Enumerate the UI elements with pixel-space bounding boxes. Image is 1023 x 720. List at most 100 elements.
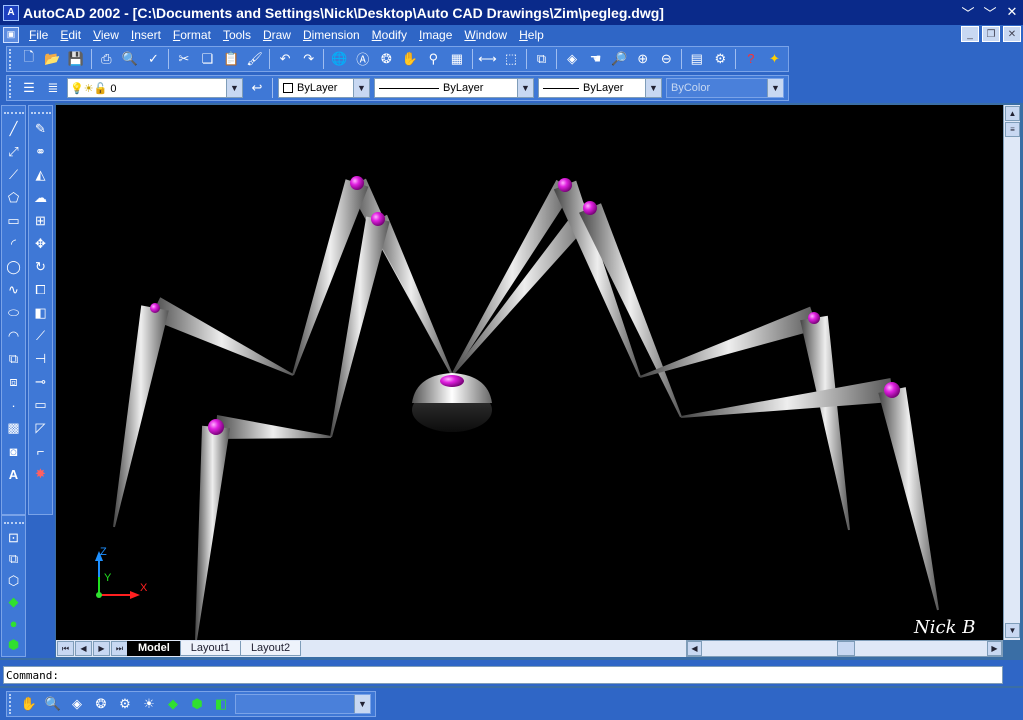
toolbar-grip[interactable] (9, 48, 14, 69)
polygon-icon[interactable]: ⬠ (3, 187, 25, 209)
text-icon[interactable]: A (3, 463, 25, 485)
model-viewport[interactable]: Z Y X Nick B (56, 105, 1003, 640)
chevron-down-icon[interactable]: ▼ (353, 79, 369, 97)
menu-draw[interactable]: Draw (257, 28, 297, 42)
zoom-previous-icon[interactable]: ⊖ (656, 48, 678, 70)
scroll-up-icon[interactable]: ▲ (1005, 106, 1020, 121)
menu-view[interactable]: View (87, 28, 125, 42)
menu-image[interactable]: Image (413, 28, 458, 42)
chevron-down-icon[interactable]: ▼ (226, 79, 242, 97)
doc-close-icon[interactable]: ✕ (1003, 26, 1021, 42)
rectangle-icon[interactable]: ▭ (3, 210, 25, 232)
hyperlink-icon[interactable]: 🌐 (328, 48, 350, 70)
realtime-zoom-icon[interactable]: 🔎 (608, 48, 630, 70)
measure-icon[interactable]: ▦ (446, 48, 468, 70)
menu-modify[interactable]: Modify (366, 28, 413, 42)
landscape-icon[interactable]: ◧ (210, 693, 232, 715)
stretch-icon[interactable]: ◧ (30, 302, 52, 324)
explode-star-icon[interactable]: ✸ (30, 463, 52, 485)
hatch-icon[interactable]: ▩ (3, 417, 25, 439)
vertical-scrollbar[interactable]: ▲ ≡ ▼ (1003, 105, 1020, 640)
tab-layout2[interactable]: Layout2 (239, 641, 302, 656)
tile-icon[interactable]: ⧉ (531, 48, 553, 70)
lineweight-combo[interactable]: ByLayer ▼ (538, 78, 662, 98)
scene-icon[interactable]: ◆ (162, 693, 184, 715)
help-icon[interactable]: ? (740, 48, 762, 70)
chevron-down-icon[interactable]: ▼ (767, 79, 783, 97)
copy-object-icon[interactable]: ⚭ (30, 141, 52, 163)
orbit-icon[interactable]: ❂ (376, 48, 398, 70)
cut-icon[interactable]: ✂ (173, 48, 195, 70)
open-icon[interactable]: 📂 (41, 48, 63, 70)
chevron-down-icon[interactable]: ▼ (645, 79, 661, 97)
make-layer-current-icon[interactable]: ≣ (42, 77, 64, 99)
menu-window[interactable]: Window (458, 28, 513, 42)
maximize-icon[interactable]: ﹀ (981, 3, 999, 21)
3d-solid-icon[interactable]: ◆ (3, 592, 25, 612)
line-icon[interactable]: ╱ (3, 118, 25, 140)
autocad-app-icon[interactable]: A (3, 4, 19, 21)
menu-format[interactable]: Format (167, 28, 217, 42)
properties-icon[interactable]: ▤ (686, 48, 708, 70)
offset-icon[interactable]: ☁ (30, 187, 52, 209)
layer-combo[interactable]: 💡☀🔓 0 ▼ (67, 78, 243, 98)
polyline-icon[interactable]: ⟋ (3, 164, 25, 186)
material-icon[interactable]: ⬢ (186, 693, 208, 715)
scale-icon[interactable]: ⧠ (30, 279, 52, 301)
insert-block-icon[interactable]: ⧉ (3, 348, 25, 370)
redo-icon[interactable]: ↷ (298, 48, 320, 70)
chevron-down-icon[interactable]: ▼ (517, 79, 533, 97)
prev-tab-icon[interactable]: ◀ (75, 641, 92, 656)
toolbar-grip[interactable] (9, 694, 14, 714)
last-tab-icon[interactable]: ⏭ (111, 641, 128, 656)
scroll-thumb[interactable] (837, 641, 855, 656)
spline-icon[interactable]: ∿ (3, 279, 25, 301)
toolbar-grip[interactable] (9, 78, 14, 98)
pan-icon[interactable]: ✋ (399, 48, 421, 70)
scroll-left-icon[interactable]: ◀ (687, 641, 702, 656)
extend-icon[interactable]: ⊣ (30, 348, 52, 370)
explode-icon[interactable]: ⌐ (30, 440, 52, 462)
zoom-window-icon[interactable]: ⊕ (632, 48, 654, 70)
design-center-icon[interactable]: ⚙ (710, 48, 732, 70)
ellipse-arc-icon[interactable]: ◠ (3, 325, 25, 347)
paste-icon[interactable]: 📋 (220, 48, 242, 70)
spelling-icon[interactable]: ✓ (143, 48, 165, 70)
close-icon[interactable]: ✕ (1003, 3, 1021, 21)
today-icon[interactable]: ✦ (764, 48, 786, 70)
menu-edit[interactable]: Edit (54, 28, 87, 42)
doc-restore-icon[interactable]: ❐ (982, 26, 1000, 42)
break-icon[interactable]: ⊸ (30, 371, 52, 393)
match-properties-icon[interactable]: 🖌 (244, 48, 266, 70)
arc-icon[interactable]: ◜ (3, 233, 25, 255)
region-icon[interactable]: ◙ (3, 440, 25, 462)
array-icon[interactable]: ⊞ (30, 210, 52, 232)
next-tab-icon[interactable]: ▶ (93, 641, 110, 656)
color-combo[interactable]: ByLayer ▼ (278, 78, 370, 98)
plotstyle-combo[interactable]: ByColor ▼ (666, 78, 784, 98)
3d-orbit-icon[interactable]: ◈ (66, 693, 88, 715)
fillet-icon[interactable]: ◸ (30, 417, 52, 439)
point-icon[interactable]: · (3, 394, 25, 416)
scroll-down-icon[interactable]: ▼ (1005, 623, 1020, 638)
3d-orbit-icon[interactable]: ◈ (561, 48, 583, 70)
realtime-pan-icon[interactable]: ☚ (585, 48, 607, 70)
named-views-icon[interactable]: ⊡ (3, 528, 25, 548)
render-icon[interactable]: ⚙ (114, 693, 136, 715)
menu-dimension[interactable]: Dimension (297, 28, 366, 42)
construction-line-icon[interactable]: ⤢ (3, 141, 25, 163)
copy-icon[interactable]: ❏ (197, 48, 219, 70)
zoom-icon[interactable]: 🔍 (42, 693, 64, 715)
view-combo[interactable]: ▼ (235, 694, 371, 714)
linetype-combo[interactable]: ByLayer ▼ (374, 78, 534, 98)
render-icon[interactable]: ⧉ (3, 549, 25, 569)
make-block-icon[interactable]: ⧈ (3, 371, 25, 393)
tab-model[interactable]: Model (127, 641, 181, 656)
menu-help[interactable]: Help (513, 28, 550, 42)
distance-icon[interactable]: ⟷ (477, 48, 499, 70)
save-icon[interactable]: 💾 (65, 48, 87, 70)
new-icon[interactable]: 🗋 (18, 48, 40, 70)
layer-manager-icon[interactable]: ☰ (18, 77, 40, 99)
circle-icon[interactable]: ◯ (3, 256, 25, 278)
scroll-thumb[interactable]: ≡ (1005, 122, 1020, 137)
